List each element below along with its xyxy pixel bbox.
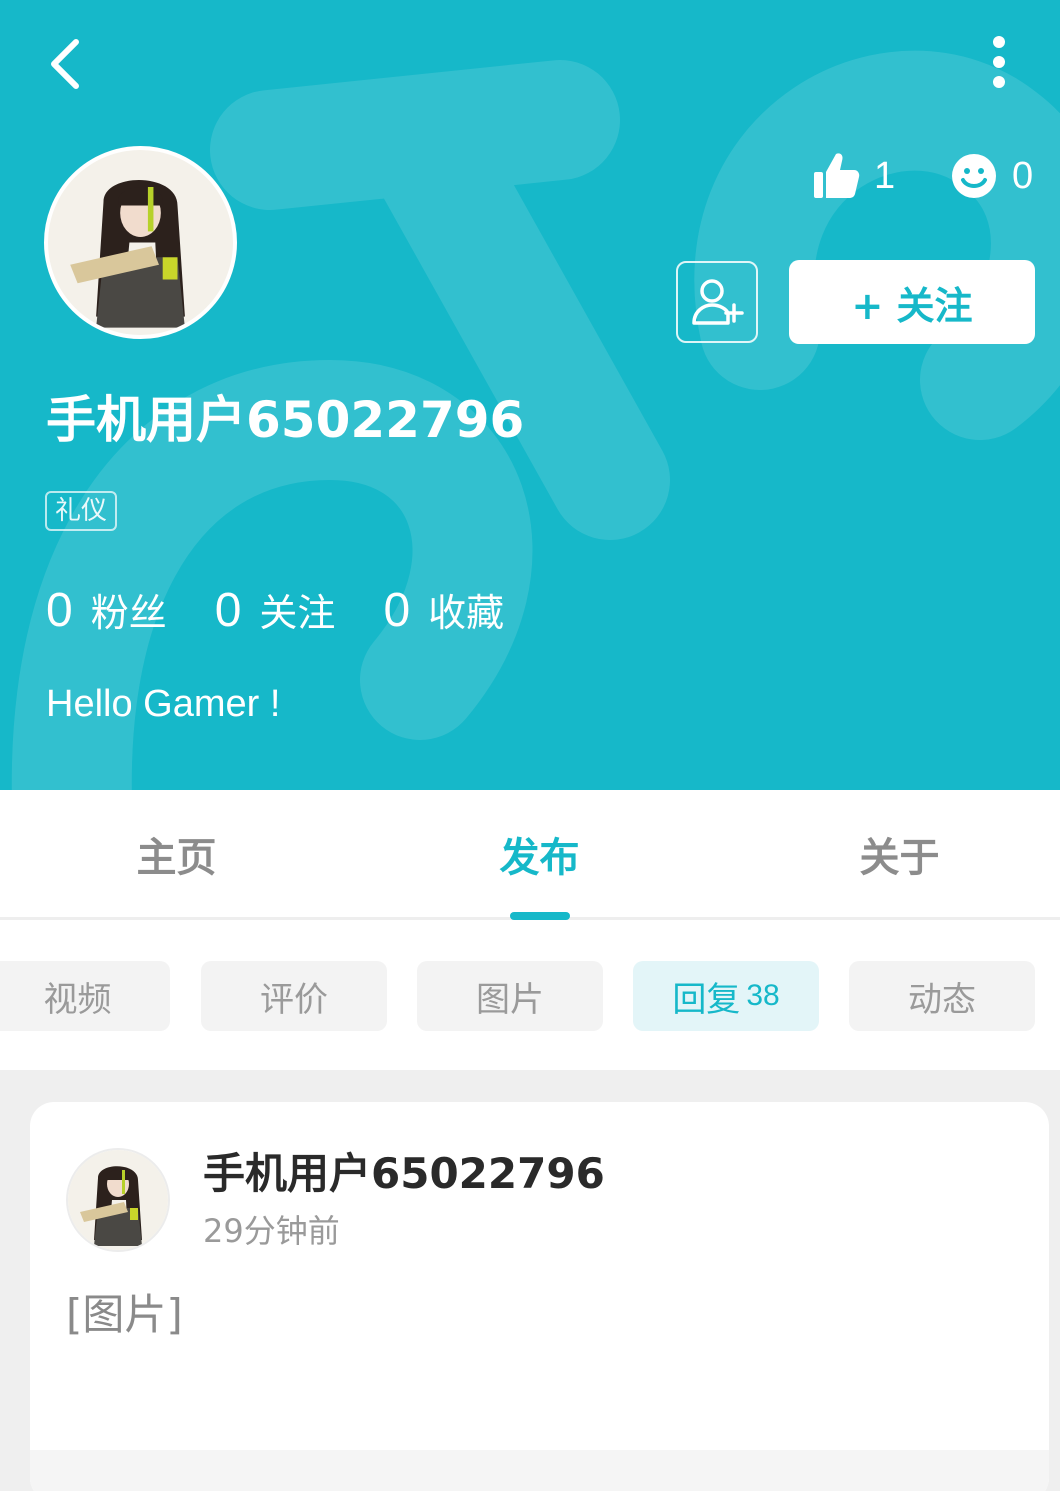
chip-reviews-label: 评价 [260, 979, 328, 1020]
post-timestamp: 29分钟前 [203, 1212, 340, 1250]
avatar-image [68, 1150, 168, 1250]
back-button[interactable] [40, 30, 100, 94]
chip-images[interactable]: 图片 [417, 961, 603, 1031]
followers-count[interactable]: 0 粉丝 [46, 582, 167, 638]
post-card-footer [30, 1450, 1049, 1491]
tab-posts[interactable]: 发布 [363, 790, 716, 917]
more-vertical-icon [993, 36, 1005, 88]
chip-images-label: 图片 [476, 979, 544, 1020]
chip-replies-count: 38 [746, 979, 780, 1012]
likes-count: 1 [874, 154, 896, 197]
active-tab-indicator [510, 912, 570, 920]
avatar-image [48, 150, 233, 335]
tab-home[interactable]: 主页 [0, 790, 353, 917]
reactions-count: 0 [1012, 154, 1034, 197]
thumbs-up-icon [814, 153, 860, 198]
profile-badge[interactable]: 礼仪 [45, 491, 118, 531]
profile-bio: Hello Gamer ! [46, 683, 281, 725]
post-content[interactable]: [图片] [66, 1287, 183, 1343]
chevron-left-icon [51, 39, 79, 89]
post-feed: 手机用户65022796 29分钟前 [图片] [0, 1070, 1060, 1491]
chip-video[interactable]: 视频 [0, 961, 170, 1031]
reactions-stat[interactable]: 0 [950, 146, 1033, 206]
post-author-name[interactable]: 手机用户65022796 [203, 1146, 605, 1202]
followers-label: 粉丝 [90, 591, 167, 635]
chip-reviews[interactable]: 评价 [201, 961, 387, 1031]
profile-counts: 0 粉丝 0 关注 0 收藏 [46, 578, 552, 642]
chip-activity-label: 动态 [908, 979, 976, 1020]
chip-video-label: 视频 [43, 979, 112, 1020]
chip-replies[interactable]: 回复 38 [633, 961, 819, 1031]
profile-tabs: 主页 发布 关于 [0, 790, 1060, 920]
followers-value: 0 [46, 584, 73, 637]
post-card[interactable]: 手机用户65022796 29分钟前 [图片] [30, 1102, 1049, 1491]
post-filter-chips: 视频 评价 图片 回复 38 动态 [0, 920, 1060, 1070]
favorites-value: 0 [383, 584, 411, 637]
smile-icon [952, 154, 996, 198]
chip-activity[interactable]: 动态 [849, 961, 1035, 1031]
favorites-count[interactable]: 0 收藏 [383, 582, 504, 638]
profile-avatar[interactable] [44, 146, 237, 339]
follow-button[interactable]: + 关注 [789, 260, 1035, 344]
profile-page: 1 0 + 关注 手机用户65022796 礼仪 0 粉丝 0 关注 0 收藏 … [0, 0, 1060, 1491]
favorites-label: 收藏 [428, 591, 505, 635]
likes-stat[interactable]: 1 [812, 146, 895, 206]
tab-about[interactable]: 关于 [723, 790, 1060, 917]
profile-username: 手机用户65022796 [46, 391, 525, 449]
following-label: 关注 [259, 591, 336, 635]
following-value: 0 [214, 584, 242, 637]
chip-replies-label: 回复 [672, 979, 741, 1020]
following-count[interactable]: 0 关注 [215, 582, 336, 638]
profile-header: 1 0 + 关注 手机用户65022796 礼仪 0 粉丝 0 关注 0 收藏 … [0, 0, 1060, 790]
more-options-button[interactable] [970, 30, 1030, 94]
add-friend-button[interactable] [676, 261, 758, 343]
add-user-icon [692, 279, 744, 325]
post-author-avatar[interactable] [66, 1148, 170, 1252]
